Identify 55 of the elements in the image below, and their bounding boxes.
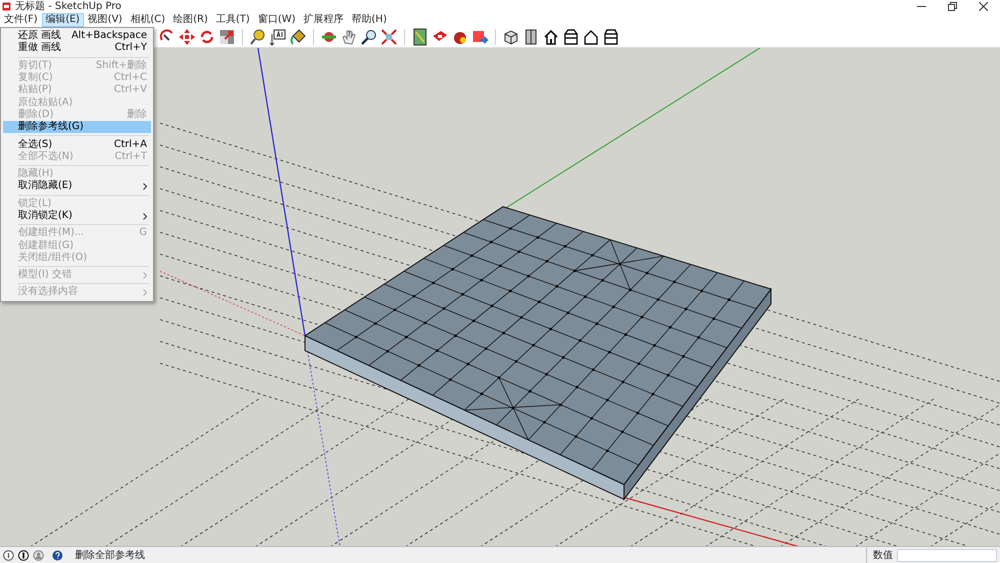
- submenu-chevron-icon: [143, 272, 147, 279]
- menu-bar-item[interactable]: 相机(C): [126, 13, 170, 27]
- menu-bar-item[interactable]: 扩展程序: [300, 13, 348, 27]
- shortcut-text: Ctrl+T: [114, 150, 147, 163]
- user-icon[interactable]: [33, 550, 44, 560]
- submenu-chevron-icon: [143, 212, 147, 220]
- hand-icon[interactable]: [340, 28, 358, 46]
- left-view-icon[interactable]: [602, 28, 620, 46]
- info-icon[interactable]: [3, 550, 14, 560]
- window-title: 无标题 - SketchUp Pro: [15, 0, 122, 12]
- scale-icon[interactable]: [218, 28, 236, 46]
- back-view-icon[interactable]: [582, 28, 600, 46]
- iso-view-icon[interactable]: [502, 28, 520, 46]
- status-message: 删除全部参考线: [75, 548, 145, 562]
- menu-bar-item[interactable]: 帮助(H): [348, 13, 391, 27]
- app-logo-icon: [2, 2, 11, 11]
- menu-bar-item[interactable]: 文件(F): [0, 13, 42, 27]
- front-view-icon[interactable]: [542, 28, 560, 46]
- menu-item[interactable]: 全选(S) Ctrl+A: [3, 138, 151, 151]
- shortcut-text: 删除: [126, 108, 147, 121]
- shortcut-text: Ctrl+A: [112, 138, 147, 151]
- tape-measure-icon[interactable]: [249, 28, 267, 46]
- menu-item[interactable]: 取消隐藏(E): [3, 180, 151, 193]
- zoom-extents-icon[interactable]: [380, 28, 398, 46]
- shortcut-text: Ctrl+Y: [114, 42, 147, 54]
- measurement-field[interactable]: [897, 548, 997, 562]
- shortcut-text: Ctrl+V: [112, 84, 147, 96]
- shortcut-text: Shift+删除: [94, 60, 147, 72]
- right-view-icon[interactable]: [562, 28, 580, 46]
- submenu-chevron-icon: [143, 288, 147, 296]
- move-icon[interactable]: [178, 28, 196, 46]
- menu-bar-item[interactable]: 窗口(W): [254, 13, 300, 27]
- menu-bar-item[interactable]: 编辑(E): [42, 13, 84, 27]
- menu-item[interactable]: 重做 画线 Ctrl+Y: [3, 42, 151, 55]
- paint-bucket-icon[interactable]: [289, 28, 307, 46]
- shortcut-text: Alt+Backspace: [70, 30, 147, 42]
- menu-item[interactable]: 删除参考线(G): [3, 121, 151, 134]
- refresh-icon[interactable]: [198, 28, 216, 46]
- close-icon[interactable]: [979, 2, 988, 11]
- restore-icon[interactable]: [948, 2, 957, 11]
- menu-bar-item[interactable]: 视图(V): [84, 13, 126, 27]
- shortcut-text: G: [138, 227, 147, 240]
- share-icon[interactable]: [471, 28, 489, 46]
- help-icon[interactable]: [52, 550, 63, 560]
- menu-bar-item[interactable]: 工具(T): [212, 13, 254, 27]
- map-icon[interactable]: [411, 28, 429, 46]
- menu-item[interactable]: 取消锁定(K): [3, 210, 151, 222]
- menu-item[interactable]: 还原 画线 Alt+Backspace: [3, 30, 151, 42]
- text-icon[interactable]: [269, 28, 287, 46]
- submenu-chevron-icon: [143, 182, 147, 190]
- credits-icon[interactable]: [18, 550, 29, 560]
- zoom-icon[interactable]: [360, 28, 378, 46]
- shortcut-text: Ctrl+C: [112, 72, 147, 84]
- menu-bar-item[interactable]: 绘图(R): [169, 13, 212, 27]
- measurement-label: 数值: [866, 548, 893, 562]
